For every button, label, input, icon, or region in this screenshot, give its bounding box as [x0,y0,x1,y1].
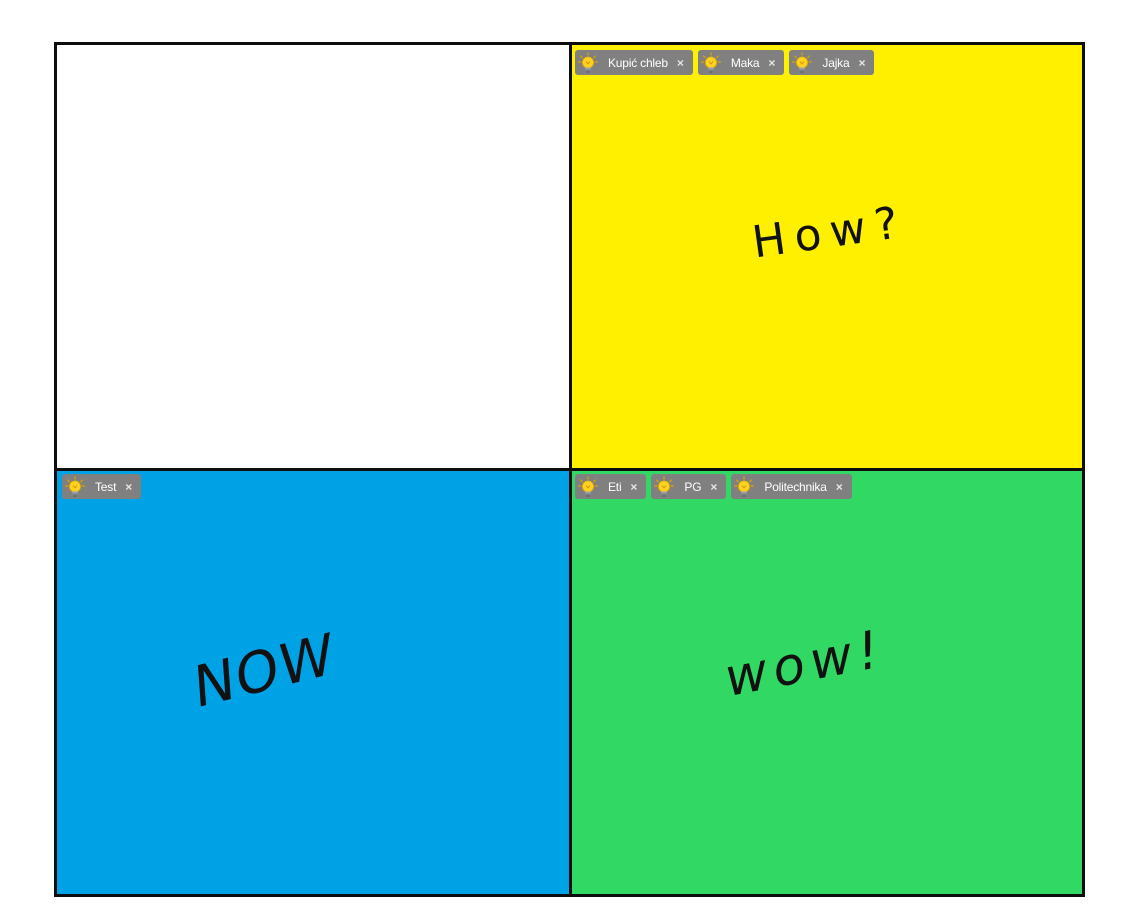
tag-label: Politechnika [764,479,827,494]
quadrant-bottom-left[interactable]: Test × NOW [57,469,570,894]
tag-maka[interactable]: Maka × [697,50,785,75]
tag-eti[interactable]: Eti × [575,474,647,499]
close-icon[interactable]: × [630,481,637,493]
quadrant-top-left[interactable] [57,45,570,469]
tag-test[interactable]: Test × [62,474,142,499]
quadrant-text-how: How? [749,196,911,269]
close-icon[interactable]: × [125,481,132,493]
lightbulb-icon [654,476,674,498]
lightbulb-icon [578,476,598,498]
quadrant-text-now: NOW [191,621,337,722]
quadrant-text-wow: wow! [719,619,890,709]
lightbulb-icon [792,52,812,74]
quadrant-bottom-right[interactable]: Eti × PG × Politechnika × wow! [570,469,1082,894]
quadrant-top-right[interactable]: Kupić chleb × Maka × Jajka × How? [570,45,1082,469]
tag-politechnika[interactable]: Politechnika × [731,474,852,499]
close-icon[interactable]: × [710,481,717,493]
tag-label: PG [684,479,702,494]
lightbulb-icon [65,476,85,498]
close-icon[interactable]: × [836,481,843,493]
tag-label: Test [95,479,117,494]
tag-label: Eti [608,479,622,494]
board: Kupić chleb × Maka × Jajka × How? Test × [54,42,1085,897]
tag-label: Jajka [822,55,850,70]
tag-label: Maka [730,55,760,70]
close-icon[interactable]: × [677,57,684,69]
tag-list: Test × [62,474,142,499]
lightbulb-icon [734,476,754,498]
tag-kupic-chleb[interactable]: Kupić chleb × [575,50,693,75]
tag-list: Eti × PG × Politechnika × [575,474,852,499]
lightbulb-icon [701,52,721,74]
horizontal-divider [57,468,1082,471]
tag-label: Kupić chleb [608,55,668,70]
tag-list: Kupić chleb × Maka × Jajka × [575,50,875,75]
tag-pg[interactable]: PG × [651,474,727,499]
close-icon[interactable]: × [768,57,775,69]
close-icon[interactable]: × [858,57,865,69]
lightbulb-icon [578,52,598,74]
tag-jajka[interactable]: Jajka × [789,50,875,75]
